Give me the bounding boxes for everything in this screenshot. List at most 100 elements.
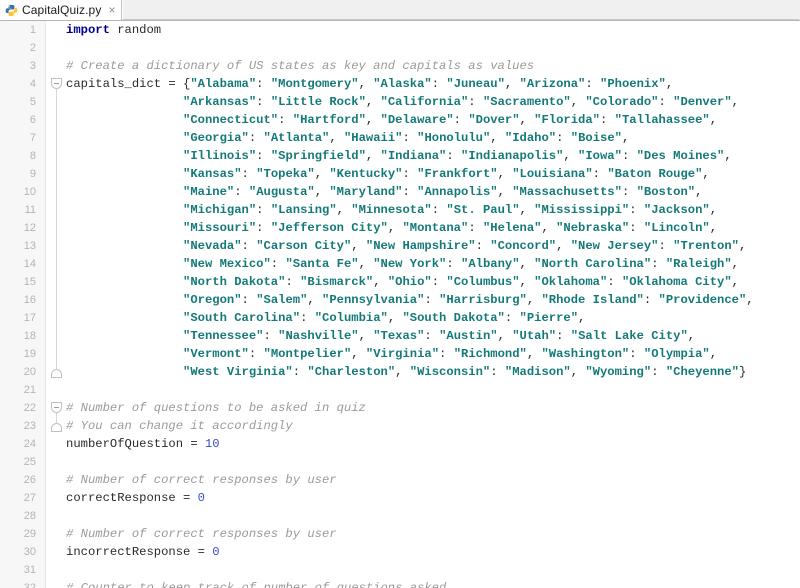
code-token-pun: : [629, 203, 644, 217]
code-token-com: # Number of questions to be asked in qui… [66, 401, 366, 415]
line-number: 10 [23, 186, 36, 198]
code-content-area[interactable]: import random # Create a dictionary of U… [65, 21, 800, 588]
code-token-str: "North Dakota" [183, 275, 286, 289]
fold-collapse-icon[interactable] [51, 402, 62, 413]
code-line[interactable]: capitals_dict = {"Alabama": "Montgomery"… [65, 75, 800, 93]
code-line[interactable]: "Kansas": "Topeka", "Kentucky": "Frankfo… [65, 165, 800, 183]
code-token-pun: : [490, 365, 505, 379]
code-token-pln [66, 131, 183, 145]
code-token-str: "Montgomery" [270, 77, 359, 91]
line-number: 22 [23, 402, 36, 414]
code-token-pun: , [314, 185, 330, 199]
code-line[interactable]: "Illinois": "Springfield", "Indiana": "I… [65, 147, 800, 165]
code-line[interactable] [65, 453, 800, 471]
code-token-str: "Jefferson City" [270, 221, 388, 235]
code-line[interactable] [65, 381, 800, 399]
code-token-str: "Columbus" [446, 275, 520, 289]
code-line[interactable]: incorrectResponse = 0 [65, 543, 800, 561]
tab-capitalquiz-py[interactable]: CapitalQuiz.py × [0, 0, 123, 20]
code-token-str: "Des Moines" [636, 149, 725, 163]
code-editor[interactable]: 1 2 3 4 5 6 7 8 9 10 11 12 13 14 15 16 17 18 19 20 21 22 23 24 2… [0, 21, 800, 588]
fold-region-end-icon[interactable] [51, 423, 62, 432]
code-line[interactable] [65, 507, 800, 525]
code-token-str: "Colorado" [585, 95, 659, 109]
code-token-str: "Annapolis" [417, 185, 498, 199]
code-token-pun: : [424, 329, 440, 343]
line-number: 7 [29, 132, 36, 144]
code-token-pun: , [358, 329, 374, 343]
code-token-str: "Minnesota" [351, 203, 432, 217]
code-line[interactable]: "Tennessee": "Nashville", "Texas": "Aust… [65, 327, 800, 345]
line-number: 3 [29, 60, 36, 72]
code-line[interactable]: "Georgia": "Atlanta", "Hawaii": "Honolul… [65, 129, 800, 147]
code-token-str: "Tennessee" [183, 329, 264, 343]
code-line[interactable]: # Number of questions to be asked in qui… [65, 399, 800, 417]
code-token-str: "Hartford" [292, 113, 366, 127]
code-line[interactable]: "South Carolina": "Columbia", "South Dak… [65, 309, 800, 327]
code-token-str: "Atlanta" [263, 131, 330, 145]
code-token-pln [66, 365, 183, 379]
code-line[interactable]: "New Mexico": "Santa Fe", "New York": "A… [65, 255, 800, 273]
code-token-pun: , [709, 347, 718, 361]
code-token-pun: , [314, 167, 330, 181]
code-line[interactable]: "Missouri": "Jefferson City", "Montana":… [65, 219, 800, 237]
code-line[interactable]: "Maine": "Augusta", "Maryland": "Annapol… [65, 183, 800, 201]
code-token-str: "Little Rock" [270, 95, 366, 109]
fold-region-end-icon[interactable] [51, 369, 62, 378]
line-number: 6 [29, 114, 36, 126]
close-icon[interactable]: × [108, 4, 115, 16]
code-token-pun: : [556, 329, 571, 343]
code-token-str: "Baton Rouge" [607, 167, 703, 181]
code-line[interactable]: # Number of correct responses by user [65, 471, 800, 489]
code-line[interactable]: # Counter to keep track of number of que… [65, 579, 800, 588]
code-token-num: 0 [197, 491, 205, 505]
code-line[interactable]: # You can change it accordingly [65, 417, 800, 435]
code-token-str: "Topeka" [256, 167, 315, 181]
code-token-pun: : [629, 221, 644, 235]
code-line[interactable]: # Number of correct responses by user [65, 525, 800, 543]
code-token-str: "Missouri" [183, 221, 257, 235]
code-line[interactable]: "Arkansas": "Little Rock", "California":… [65, 93, 800, 111]
code-token-pln [66, 275, 183, 289]
code-token-str: "Texas" [373, 329, 425, 343]
code-line[interactable]: correctResponse = 0 [65, 489, 800, 507]
code-token-pun: , [519, 257, 535, 271]
code-line[interactable]: "Vermont": "Montpelier", "Virginia": "Ri… [65, 345, 800, 363]
code-line[interactable] [65, 39, 800, 57]
fold-collapse-icon[interactable] [51, 78, 62, 89]
line-number: 12 [23, 222, 36, 234]
code-token-pun: : [234, 185, 249, 199]
code-token-pln: correctResponse = [66, 491, 198, 505]
code-line[interactable]: "West Virginia": "Charleston", "Wisconsi… [65, 363, 800, 381]
code-token-pun: : [256, 221, 271, 235]
code-line[interactable]: numberOfQuestion = 10 [65, 435, 800, 453]
code-token-pun: , [504, 77, 520, 91]
line-number: 2 [29, 42, 36, 54]
fold-region-line [56, 413, 57, 423]
code-token-str: "Salt Lake City" [570, 329, 688, 343]
code-token-pun: , [621, 131, 630, 145]
code-line[interactable]: "Connecticut": "Hartford", "Delaware": "… [65, 111, 800, 129]
line-number: 9 [29, 168, 36, 180]
code-line[interactable]: # Create a dictionary of US states as ke… [65, 57, 800, 75]
code-token-str: "Oregon" [183, 293, 242, 307]
code-token-str: "Alabama" [190, 77, 257, 91]
code-token-pln: random [109, 23, 162, 37]
code-token-str: "Illinois" [183, 149, 257, 163]
code-line[interactable]: "Michigan": "Lansing", "Minnesota": "St.… [65, 201, 800, 219]
code-folding-gutter[interactable] [45, 21, 65, 588]
code-line[interactable]: import random [65, 21, 800, 39]
line-number-gutter: 1 2 3 4 5 6 7 8 9 10 11 12 13 14 15 16 17 18 19 20 21 22 23 24 2… [0, 21, 45, 588]
code-token-pun: : [285, 275, 301, 289]
code-token-str: "Harrisburg" [439, 293, 527, 307]
code-token-pln [66, 167, 183, 181]
code-line[interactable]: "North Dakota": "Bismarck", "Ohio": "Col… [65, 273, 800, 291]
code-token-pln: incorrectResponse = [66, 545, 213, 559]
code-token-str: "Florida" [534, 113, 600, 127]
code-line[interactable]: "Oregon": "Salem", "Pennsylvania": "Harr… [65, 291, 800, 309]
code-line[interactable]: "Nevada": "Carson City", "New Hampshire"… [65, 237, 800, 255]
code-line[interactable] [65, 561, 800, 579]
code-token-pun: , [490, 131, 505, 145]
line-number: 29 [23, 528, 36, 540]
code-token-str: "Alaska" [373, 77, 432, 91]
